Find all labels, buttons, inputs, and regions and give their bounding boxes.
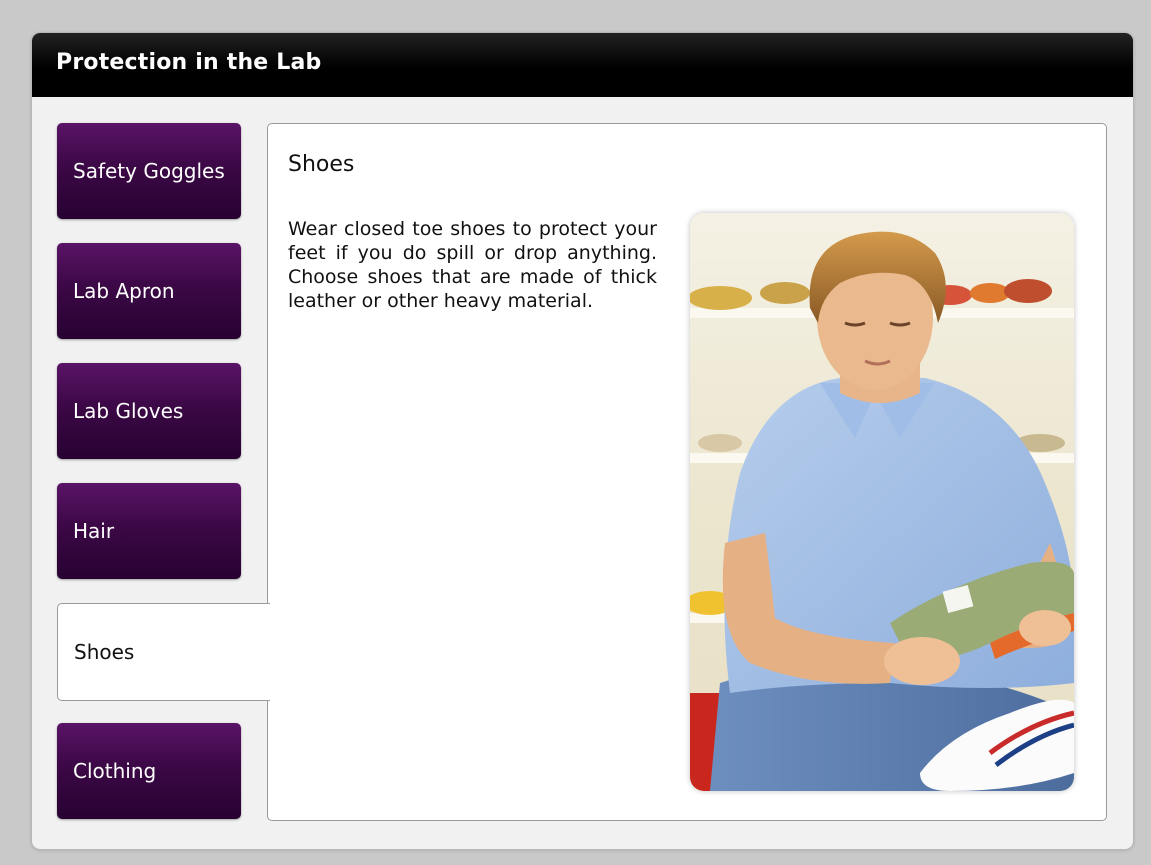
tab-lab-apron[interactable]: Lab Apron bbox=[57, 243, 241, 339]
tab-clothing[interactable]: Clothing bbox=[57, 723, 241, 819]
title-bar: Protection in the Lab bbox=[32, 33, 1133, 97]
content-body: Wear closed toe shoes to protect your fe… bbox=[288, 218, 657, 312]
photo-man-holding-shoe-icon bbox=[690, 213, 1074, 791]
tab-hair[interactable]: Hair bbox=[57, 483, 241, 579]
tab-label: Clothing bbox=[73, 759, 157, 783]
tab-label: Safety Goggles bbox=[73, 159, 225, 183]
page-title: Protection in the Lab bbox=[56, 50, 322, 75]
lesson-window: Protection in the Lab Safety Goggles Lab… bbox=[32, 33, 1133, 849]
tab-safety-goggles[interactable]: Safety Goggles bbox=[57, 123, 241, 219]
content-title: Shoes bbox=[288, 152, 355, 177]
content-panel: Shoes Wear closed toe shoes to protect y… bbox=[267, 123, 1107, 821]
tab-label: Shoes bbox=[74, 640, 135, 664]
tab-label: Lab Gloves bbox=[73, 399, 184, 423]
tab-lab-gloves[interactable]: Lab Gloves bbox=[57, 363, 241, 459]
tab-label: Lab Apron bbox=[73, 279, 175, 303]
tab-shoes[interactable]: Shoes bbox=[57, 603, 270, 701]
tab-label: Hair bbox=[73, 519, 115, 543]
